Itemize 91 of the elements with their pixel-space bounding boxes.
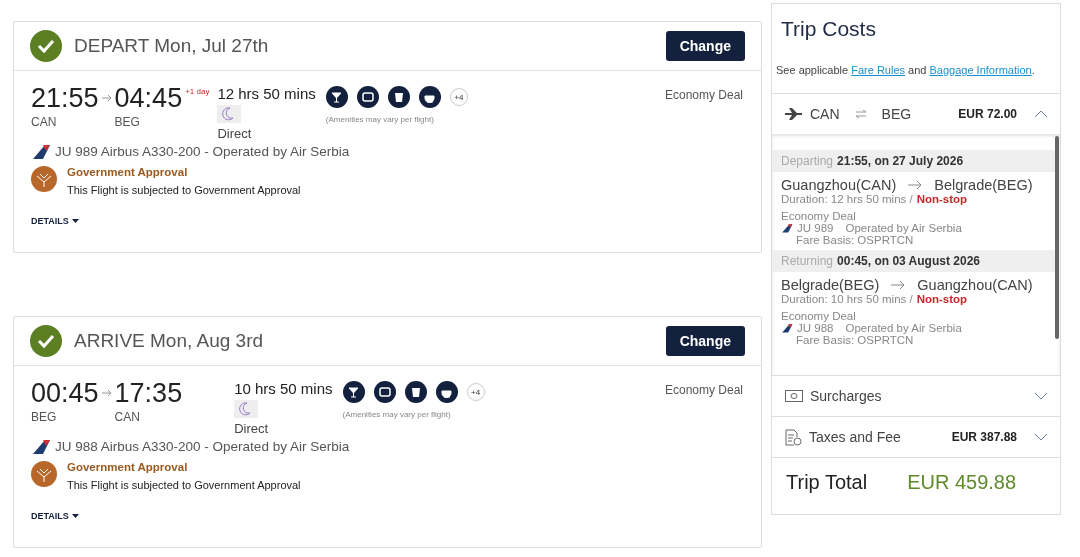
drink-icon [387,86,410,108]
departure-time: 00:45 [31,378,99,408]
banknote-icon [785,390,803,402]
check-icon [30,325,62,357]
origin-city: Guangzhou(CAN) [781,177,897,193]
change-button[interactable]: Change [665,326,745,356]
airline-tail-icon [781,223,793,233]
panel-title: Trip Costs [780,16,877,41]
coffee-icon [418,86,441,108]
total-amount: EUR 459.88 [907,470,1017,494]
coffee-icon [435,381,458,403]
amenities-note: (Amenities may vary per flight) [342,410,452,419]
flight-title: DEPART Mon, Jul 27th [74,35,270,57]
segment-header: Departing 21:55, on 27 July 2026 [772,150,1055,172]
stops-label: Non-stop [916,293,968,305]
notice-title: Government Approval [67,166,189,178]
emblem-icon [31,166,57,192]
segment-flight: JU 989 [797,222,834,234]
check-icon [30,30,62,62]
segment-operator: Operated by Air Serbia [845,222,962,234]
flight-info: JU 989 Airbus A330-200 - Operated by Air Serbia [55,143,350,159]
details-toggle[interactable]: DETAILS [31,511,79,521]
swap-icon [854,109,867,119]
airline-tail-icon [31,143,51,159]
moon-icon [217,105,242,123]
arrival-time: 17:35 [114,378,183,408]
details-toggle[interactable]: DETAILS [31,216,79,226]
chevron-up-icon[interactable] [1034,110,1048,118]
destination-city: Guangzhou(CAN) [917,277,1033,293]
segment-operator: Operated by Air Serbia [845,322,962,334]
stops: Direct [217,126,252,141]
caret-icon [71,219,79,223]
fare-rules-link[interactable]: Fare Rules [851,64,906,76]
duration: 10 hrs 50 mins [234,379,333,399]
fare-basis: Fare Basis: OSPRTCN [796,334,915,346]
caret-icon [71,514,79,518]
chevron-down-icon[interactable] [1034,433,1048,441]
cost-row-amount: EUR 387.88 [951,430,1017,444]
cocktail-icon [342,381,365,403]
tv-icon [373,381,396,403]
moon-icon [234,400,259,418]
tv-icon [356,86,379,108]
arrow-icon [100,388,113,398]
segment-header: Returning 00:45, on 03 August 2026 [772,250,1055,272]
arrival-time: 04:45 [114,83,183,113]
scrollbar[interactable] [1055,136,1059,339]
segment-duration: Duration: 12 hrs 50 mins / [781,193,913,205]
chevron-down-icon[interactable] [1034,392,1048,400]
arrow-icon [908,180,923,190]
intro-text: See applicable Fare Rules and Baggage Information. [775,63,1036,78]
amenities-note: (Amenities may vary per flight) [325,115,435,124]
stops: Direct [234,421,269,436]
flight-info: JU 988 Airbus A330-200 - Operated by Air Serbia [55,438,350,454]
total-label: Trip Total [786,470,868,494]
arrow-icon [100,93,113,103]
day-change: +1 day [185,87,210,96]
cost-row-label: Surcharges [810,388,882,404]
notice-text: This Flight is subjected to Government Approval [67,479,301,491]
airport-code: CAN [114,410,141,424]
plane-icon [785,108,803,120]
airport-code: BEG [31,410,58,424]
segment-cabin: Economy Deal [781,210,857,222]
airline-tail-icon [31,438,51,454]
origin-city: Belgrade(BEG) [781,277,880,293]
notice-title: Government Approval [67,461,189,473]
airline-tail-icon [781,323,793,333]
flight-title: ARRIVE Mon, Aug 3rd [74,330,265,352]
airport-code: CAN [31,115,58,129]
destination-city: Belgrade(BEG) [934,177,1033,193]
segment-flight: JU 988 [797,322,834,334]
drink-icon [404,381,427,403]
stops-label: Non-stop [916,193,968,205]
cost-row-label: Taxes and Fee [809,429,901,445]
segment-cabin: Economy Deal [781,310,857,322]
emblem-icon [31,461,57,487]
cocktail-icon [325,86,348,108]
cabin-class: Economy Deal [664,383,743,397]
change-button[interactable]: Change [665,31,745,61]
cabin-class: Economy Deal [664,88,743,102]
route-origin: CAN [810,106,840,122]
route-price: EUR 72.00 [958,107,1017,121]
segment-duration: Duration: 10 hrs 50 mins / [781,293,913,305]
notice-text: This Flight is subjected to Government Approval [67,184,301,196]
fare-basis: Fare Basis: OSPRTCN [796,234,915,246]
baggage-link[interactable]: Baggage Information [929,64,1032,76]
departure-time: 21:55 [31,83,99,113]
arrow-icon [891,280,906,290]
route-destination: BEG [881,106,912,122]
document-icon [785,428,802,446]
duration: 12 hrs 50 mins [217,84,316,104]
airport-code: BEG [114,115,141,129]
